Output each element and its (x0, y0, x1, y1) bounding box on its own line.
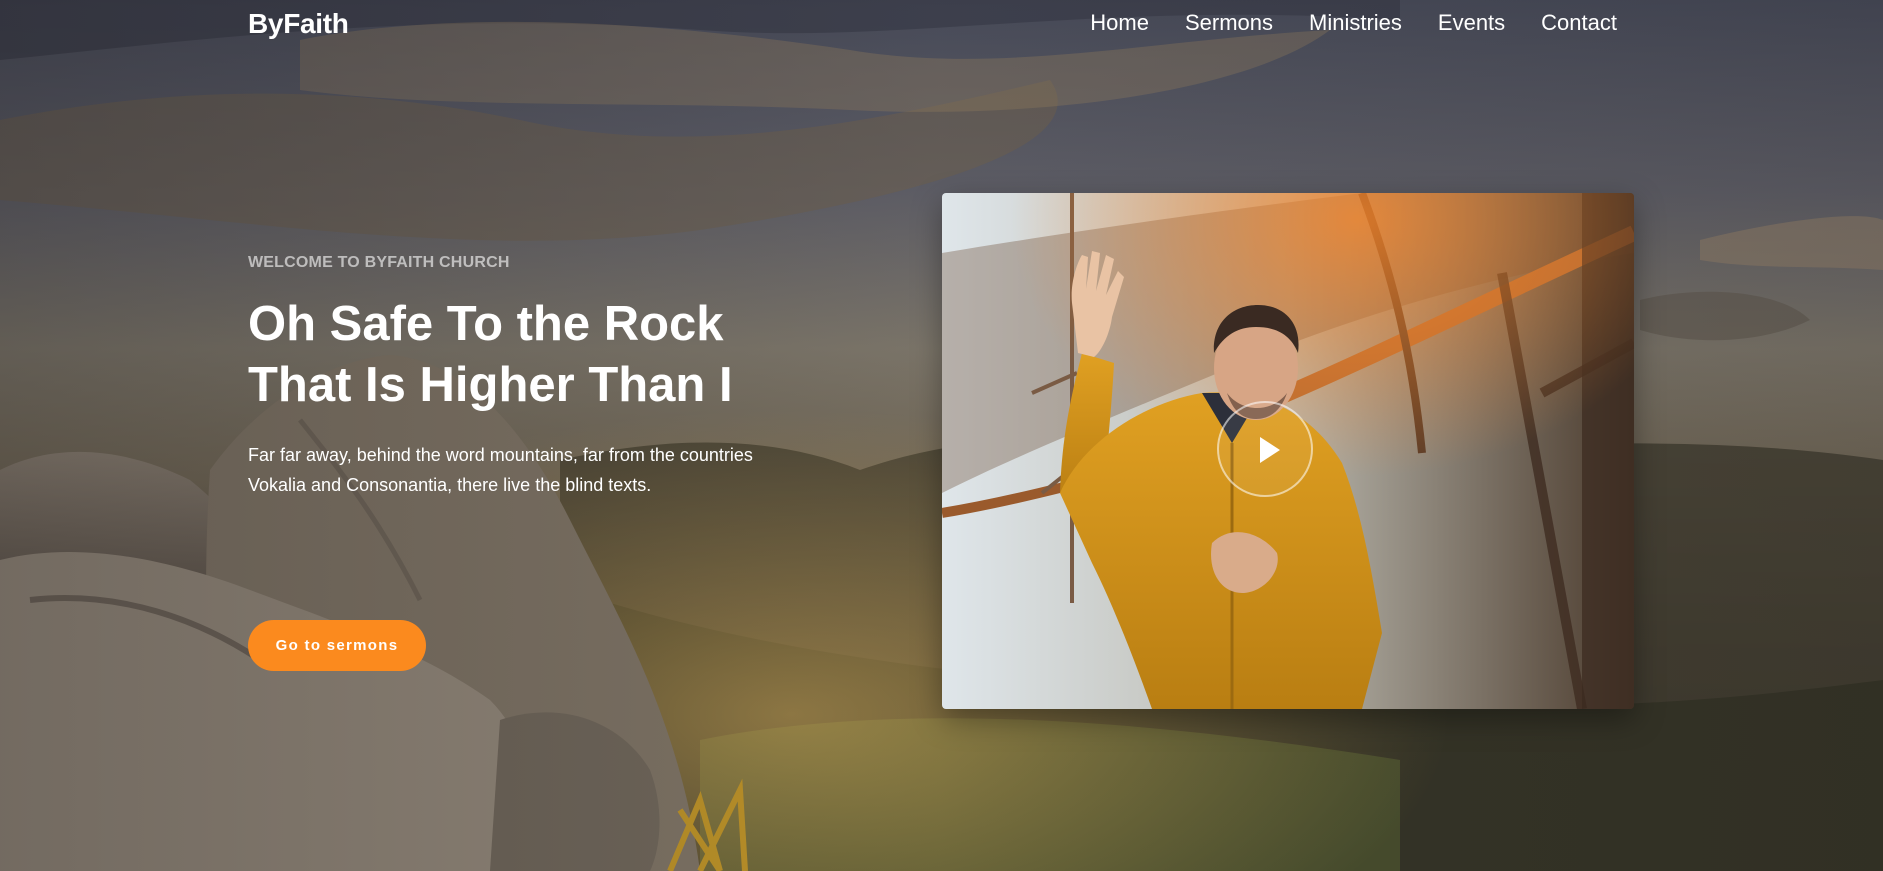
top-navbar: ByFaith Home Sermons Ministries Events C… (0, 0, 1883, 48)
video-play-button[interactable] (1217, 401, 1313, 497)
nav-item-sermons[interactable]: Sermons (1167, 10, 1291, 36)
nav-menu: Home Sermons Ministries Events Contact (1072, 10, 1617, 36)
hero-lead-text: Far far away, behind the word mountains,… (248, 445, 753, 495)
video-card[interactable] (942, 193, 1634, 709)
hero-content: Welcome to ByFaith Church Oh Safe To the… (248, 254, 848, 500)
go-to-sermons-button[interactable]: Go to sermons (248, 620, 426, 671)
nav-item-home[interactable]: Home (1072, 10, 1167, 36)
nav-item-contact[interactable]: Contact (1523, 10, 1617, 36)
brand-logo[interactable]: ByFaith (248, 8, 349, 40)
hero-eyebrow: Welcome to ByFaith Church (248, 254, 510, 271)
play-icon (1260, 437, 1280, 463)
nav-item-events[interactable]: Events (1420, 10, 1523, 36)
nav-item-ministries[interactable]: Ministries (1291, 10, 1420, 36)
hero-headline: Oh Safe To the Rock That Is Higher Than … (248, 297, 733, 412)
